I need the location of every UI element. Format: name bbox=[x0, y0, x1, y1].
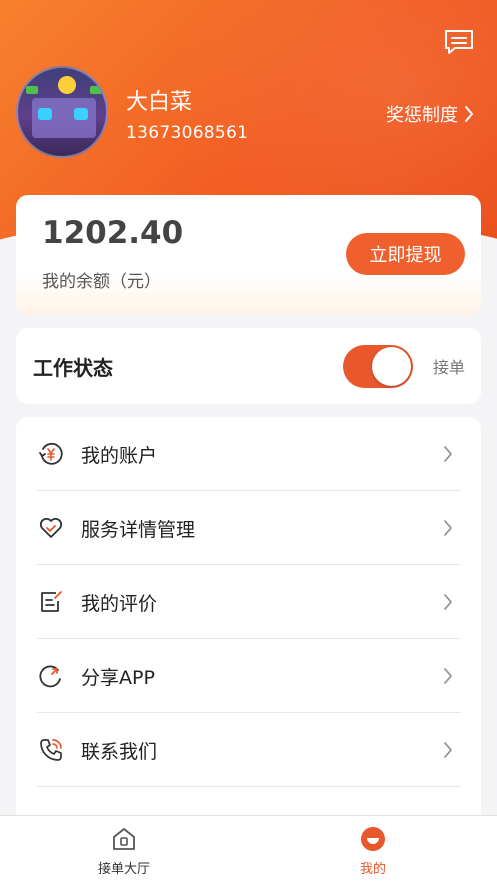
work-status-title: 工作状态 bbox=[33, 356, 113, 380]
heart-icon bbox=[39, 517, 63, 538]
menu-item-my-account[interactable]: 我的账户 bbox=[16, 417, 481, 491]
bottom-tabbar: 接单大厅 我的 bbox=[0, 815, 497, 883]
chevron-right-icon bbox=[465, 106, 473, 122]
menu-item-label: 我的账户 bbox=[81, 445, 158, 467]
tab-mine[interactable]: 我的 bbox=[249, 816, 497, 883]
balance-label: 我的余额（元） bbox=[42, 272, 161, 292]
menu-list: 我的账户 服务详情管理 我的评价 分享APP 联系我们 bbox=[16, 417, 481, 837]
user-name: 大白菜 bbox=[126, 90, 193, 115]
menu-item-share-app[interactable]: 分享APP bbox=[16, 639, 481, 713]
home-icon bbox=[113, 828, 135, 850]
avatar-image-part bbox=[74, 108, 88, 120]
menu-item-my-reviews[interactable]: 我的评价 bbox=[16, 565, 481, 639]
menu-item-label: 我的评价 bbox=[81, 593, 158, 615]
work-status-card: 工作状态 接单 bbox=[16, 328, 481, 404]
work-status-text: 接单 bbox=[433, 358, 466, 377]
avatar-image-part bbox=[26, 86, 38, 94]
work-status-toggle[interactable] bbox=[343, 345, 413, 388]
toggle-knob bbox=[372, 347, 411, 386]
user-phone: 13673068561 bbox=[126, 123, 249, 143]
chevron-right-icon bbox=[444, 594, 452, 610]
avatar[interactable] bbox=[16, 66, 108, 158]
balance-amount: 1202.40 bbox=[42, 215, 184, 251]
avatar-image-part bbox=[58, 76, 76, 94]
rules-link-label: 奖惩制度 bbox=[386, 105, 458, 126]
balance-card: 1202.40 我的余额（元） 立即提现 bbox=[16, 195, 481, 315]
chevron-right-icon bbox=[444, 520, 452, 536]
edit-note-icon bbox=[41, 591, 62, 612]
wallet-yen-icon bbox=[39, 442, 63, 465]
phone-icon bbox=[40, 739, 62, 761]
tab-order-hall[interactable]: 接单大厅 bbox=[0, 816, 248, 883]
divider bbox=[37, 786, 461, 787]
withdraw-button[interactable]: 立即提现 bbox=[346, 233, 465, 275]
menu-item-label: 分享APP bbox=[81, 667, 155, 689]
menu-item-contact-us[interactable]: 联系我们 bbox=[16, 713, 481, 787]
chevron-right-icon bbox=[444, 446, 452, 462]
rules-link[interactable]: 奖惩制度 bbox=[386, 101, 474, 127]
menu-item-label: 联系我们 bbox=[81, 741, 158, 763]
message-icon[interactable] bbox=[443, 28, 475, 56]
avatar-image-part bbox=[90, 86, 102, 94]
tab-label: 接单大厅 bbox=[97, 862, 150, 877]
avatar-image-part bbox=[38, 108, 52, 120]
chevron-right-icon bbox=[444, 742, 452, 758]
tab-label: 我的 bbox=[359, 862, 386, 877]
chevron-right-icon bbox=[444, 668, 452, 684]
profile-icon bbox=[361, 827, 385, 851]
share-refresh-icon bbox=[39, 665, 61, 688]
menu-item-label: 服务详情管理 bbox=[81, 519, 196, 541]
menu-item-service-details[interactable]: 服务详情管理 bbox=[16, 491, 481, 565]
